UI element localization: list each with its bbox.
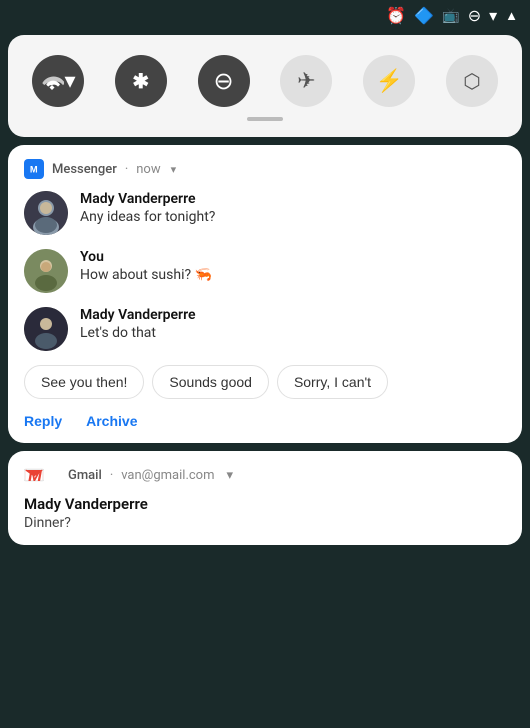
- archive-button[interactable]: Archive: [86, 413, 137, 429]
- messenger-app-name: Messenger: [52, 162, 117, 177]
- gmail-account: van@gmail.com: [121, 468, 214, 483]
- msg-sender-3: Mady Vanderperre: [80, 307, 196, 323]
- drag-handle: [247, 117, 283, 121]
- quick-reply-see-you[interactable]: See you then!: [24, 365, 144, 399]
- avatar-mady-2: [24, 307, 68, 351]
- rotate-toggle[interactable]: ⬡: [446, 55, 498, 107]
- reply-button[interactable]: Reply: [24, 413, 62, 429]
- messenger-notif-header: M Messenger · now ▾: [24, 159, 506, 179]
- airplane-symbol: ✈: [297, 69, 315, 94]
- mady-avatar-image: [24, 191, 68, 235]
- notif-time-value: now: [136, 162, 160, 177]
- msg-sender-2: You: [80, 249, 212, 265]
- messenger-logo: M: [27, 162, 41, 176]
- wifi-icon: ▾: [489, 6, 497, 25]
- status-bar: ⏰ 🔷 📺 ⊖ ▾ ▲: [0, 0, 530, 31]
- gmail-sender: Mady Vanderperre: [24, 495, 506, 513]
- msg-text-2: How about sushi? 🦐: [80, 267, 212, 283]
- wifi-toggle[interactable]: ▾: [32, 55, 84, 107]
- messenger-app-icon: M: [24, 159, 44, 179]
- bluetooth-toggle[interactable]: ✱: [115, 55, 167, 107]
- mady-avatar-image-2: [24, 307, 68, 351]
- quick-settings-buttons: ▾ ✱ ⊖ ✈ ⚡ ⬡: [32, 55, 498, 107]
- avatar-you: [24, 249, 68, 293]
- gmail-letter: M: [28, 466, 42, 485]
- notif-dropdown-icon[interactable]: ▾: [171, 163, 177, 176]
- notif-time: ·: [125, 162, 128, 177]
- signal-icon: ▲: [505, 8, 518, 24]
- you-avatar-image: [24, 249, 68, 293]
- dnd-toggle[interactable]: ⊖: [198, 55, 250, 107]
- notifications-area: M Messenger · now ▾ Mady Vanderperre: [8, 145, 522, 551]
- gmail-dropdown-icon[interactable]: ▾: [227, 468, 234, 483]
- bluetooth-status-icon: 🔷: [414, 6, 434, 25]
- quick-settings-panel: ▾ ✱ ⊖ ✈ ⚡ ⬡: [8, 35, 522, 137]
- message-content-2: You How about sushi? 🦐: [80, 249, 212, 283]
- quick-reply-sounds-good[interactable]: Sounds good: [152, 365, 269, 399]
- msg-text-1: Any ideas for tonight?: [80, 209, 215, 225]
- message-row-3: Mady Vanderperre Let's do that: [24, 307, 506, 351]
- gmail-app-icon: M: [24, 465, 44, 485]
- message-row-2: You How about sushi? 🦐: [24, 249, 506, 293]
- dnd-icon: ⊖: [468, 6, 481, 25]
- svg-text:M: M: [30, 165, 38, 175]
- quick-reply-sorry[interactable]: Sorry, I can't: [277, 365, 388, 399]
- flashlight-toggle[interactable]: ⚡: [363, 55, 415, 107]
- avatar-mady-1: [24, 191, 68, 235]
- airplane-toggle[interactable]: ✈: [280, 55, 332, 107]
- wifi-icon: [40, 69, 64, 93]
- gmail-account-separator: ·: [110, 468, 113, 483]
- notif-actions: Reply Archive: [24, 413, 506, 429]
- flashlight-symbol: ⚡: [375, 69, 402, 94]
- rotate-symbol: ⬡: [463, 69, 480, 93]
- msg-text-3: Let's do that: [80, 325, 196, 341]
- cast-icon: 📺: [442, 8, 459, 24]
- messenger-notification: M Messenger · now ▾ Mady Vanderperre: [8, 145, 522, 443]
- wifi-symbol: ▾: [64, 69, 75, 94]
- message-content-3: Mady Vanderperre Let's do that: [80, 307, 196, 341]
- bluetooth-symbol: ✱: [132, 69, 149, 93]
- gmail-notification: M Gmail · van@gmail.com ▾ Mady Vanderper…: [8, 451, 522, 545]
- message-content-1: Mady Vanderperre Any ideas for tonight?: [80, 191, 215, 225]
- gmail-app-name: Gmail: [68, 468, 102, 483]
- dnd-symbol: ⊖: [214, 67, 234, 95]
- quick-replies: See you then! Sounds good Sorry, I can't: [24, 365, 506, 399]
- message-row-1: Mady Vanderperre Any ideas for tonight?: [24, 191, 506, 235]
- msg-sender-1: Mady Vanderperre: [80, 191, 215, 207]
- gmail-notif-header: M Gmail · van@gmail.com ▾: [24, 465, 506, 485]
- gmail-subject: Dinner?: [24, 515, 506, 531]
- alarm-icon: ⏰: [386, 6, 406, 25]
